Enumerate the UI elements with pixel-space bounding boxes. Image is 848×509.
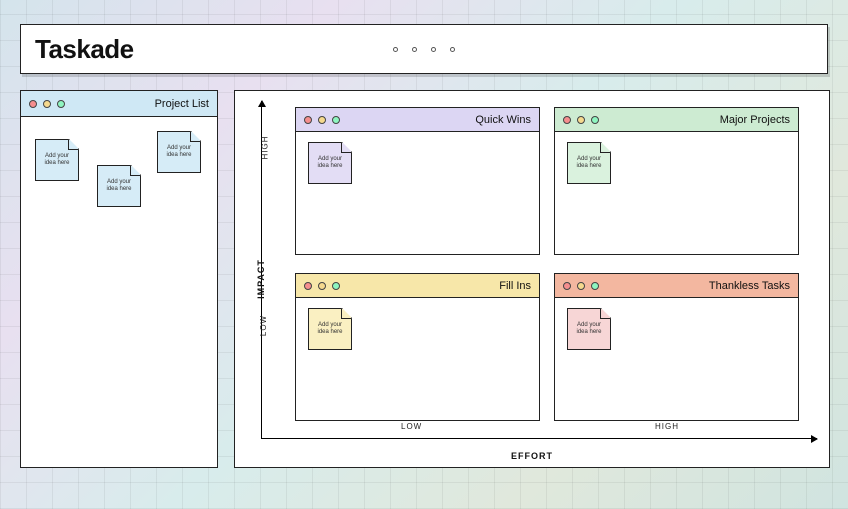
quadrant-header: Major Projects xyxy=(555,108,798,132)
quadrant-body[interactable]: Add your idea here xyxy=(555,298,798,420)
tick-impact-high: HIGH xyxy=(261,136,270,160)
tick-effort-high: HIGH xyxy=(655,422,679,431)
project-list-panel: Project List Add your idea here Add your… xyxy=(20,90,218,468)
impact-axis-label: IMPACT xyxy=(256,259,266,299)
app-header: Taskade xyxy=(20,24,828,74)
effort-axis-label: EFFORT xyxy=(511,451,553,461)
traffic-lights-icon xyxy=(563,282,599,290)
tick-effort-low: LOW xyxy=(401,422,422,431)
traffic-lights-icon xyxy=(304,116,340,124)
project-list-title: Project List xyxy=(155,98,209,110)
sticky-note[interactable]: Add your idea here xyxy=(97,165,141,207)
project-list-body[interactable]: Add your idea here Add your idea here Ad… xyxy=(21,117,217,467)
tick-impact-low: LOW xyxy=(259,315,268,336)
quadrant-major-projects[interactable]: Major Projects Add your idea here xyxy=(554,107,799,255)
quadrant-title: Thankless Tasks xyxy=(709,280,790,292)
quadrant-thankless-tasks[interactable]: Thankless Tasks Add your idea here xyxy=(554,273,799,421)
quadrant-body[interactable]: Add your idea here xyxy=(555,132,798,254)
quadrant-header: Quick Wins xyxy=(296,108,539,132)
traffic-lights-icon xyxy=(304,282,340,290)
quadrant-header: Fill Ins xyxy=(296,274,539,298)
app-title: Taskade xyxy=(35,34,134,65)
impact-effort-matrix: IMPACT EFFORT HIGH LOW LOW HIGH Quick Wi… xyxy=(234,90,830,468)
quadrant-quick-wins[interactable]: Quick Wins Add your idea here xyxy=(295,107,540,255)
sticky-note[interactable]: Add your idea here xyxy=(308,142,352,184)
x-axis xyxy=(261,438,817,439)
traffic-lights-icon xyxy=(29,100,65,108)
quadrant-fill-ins[interactable]: Fill Ins Add your idea here xyxy=(295,273,540,421)
quadrant-body[interactable]: Add your idea here xyxy=(296,132,539,254)
project-list-header: Project List xyxy=(21,91,217,117)
quadrant-title: Quick Wins xyxy=(475,114,531,126)
quadrant-grid: Quick Wins Add your idea here Major Proj… xyxy=(295,107,799,421)
quadrant-body[interactable]: Add your idea here xyxy=(296,298,539,420)
header-dots xyxy=(393,47,455,52)
sticky-note[interactable]: Add your idea here xyxy=(567,142,611,184)
sticky-note[interactable]: Add your idea here xyxy=(567,308,611,350)
quadrant-title: Fill Ins xyxy=(499,280,531,292)
sticky-note[interactable]: Add your idea here xyxy=(35,139,79,181)
sticky-note[interactable]: Add your idea here xyxy=(157,131,201,173)
sticky-note[interactable]: Add your idea here xyxy=(308,308,352,350)
quadrant-title: Major Projects xyxy=(720,114,790,126)
traffic-lights-icon xyxy=(563,116,599,124)
quadrant-header: Thankless Tasks xyxy=(555,274,798,298)
